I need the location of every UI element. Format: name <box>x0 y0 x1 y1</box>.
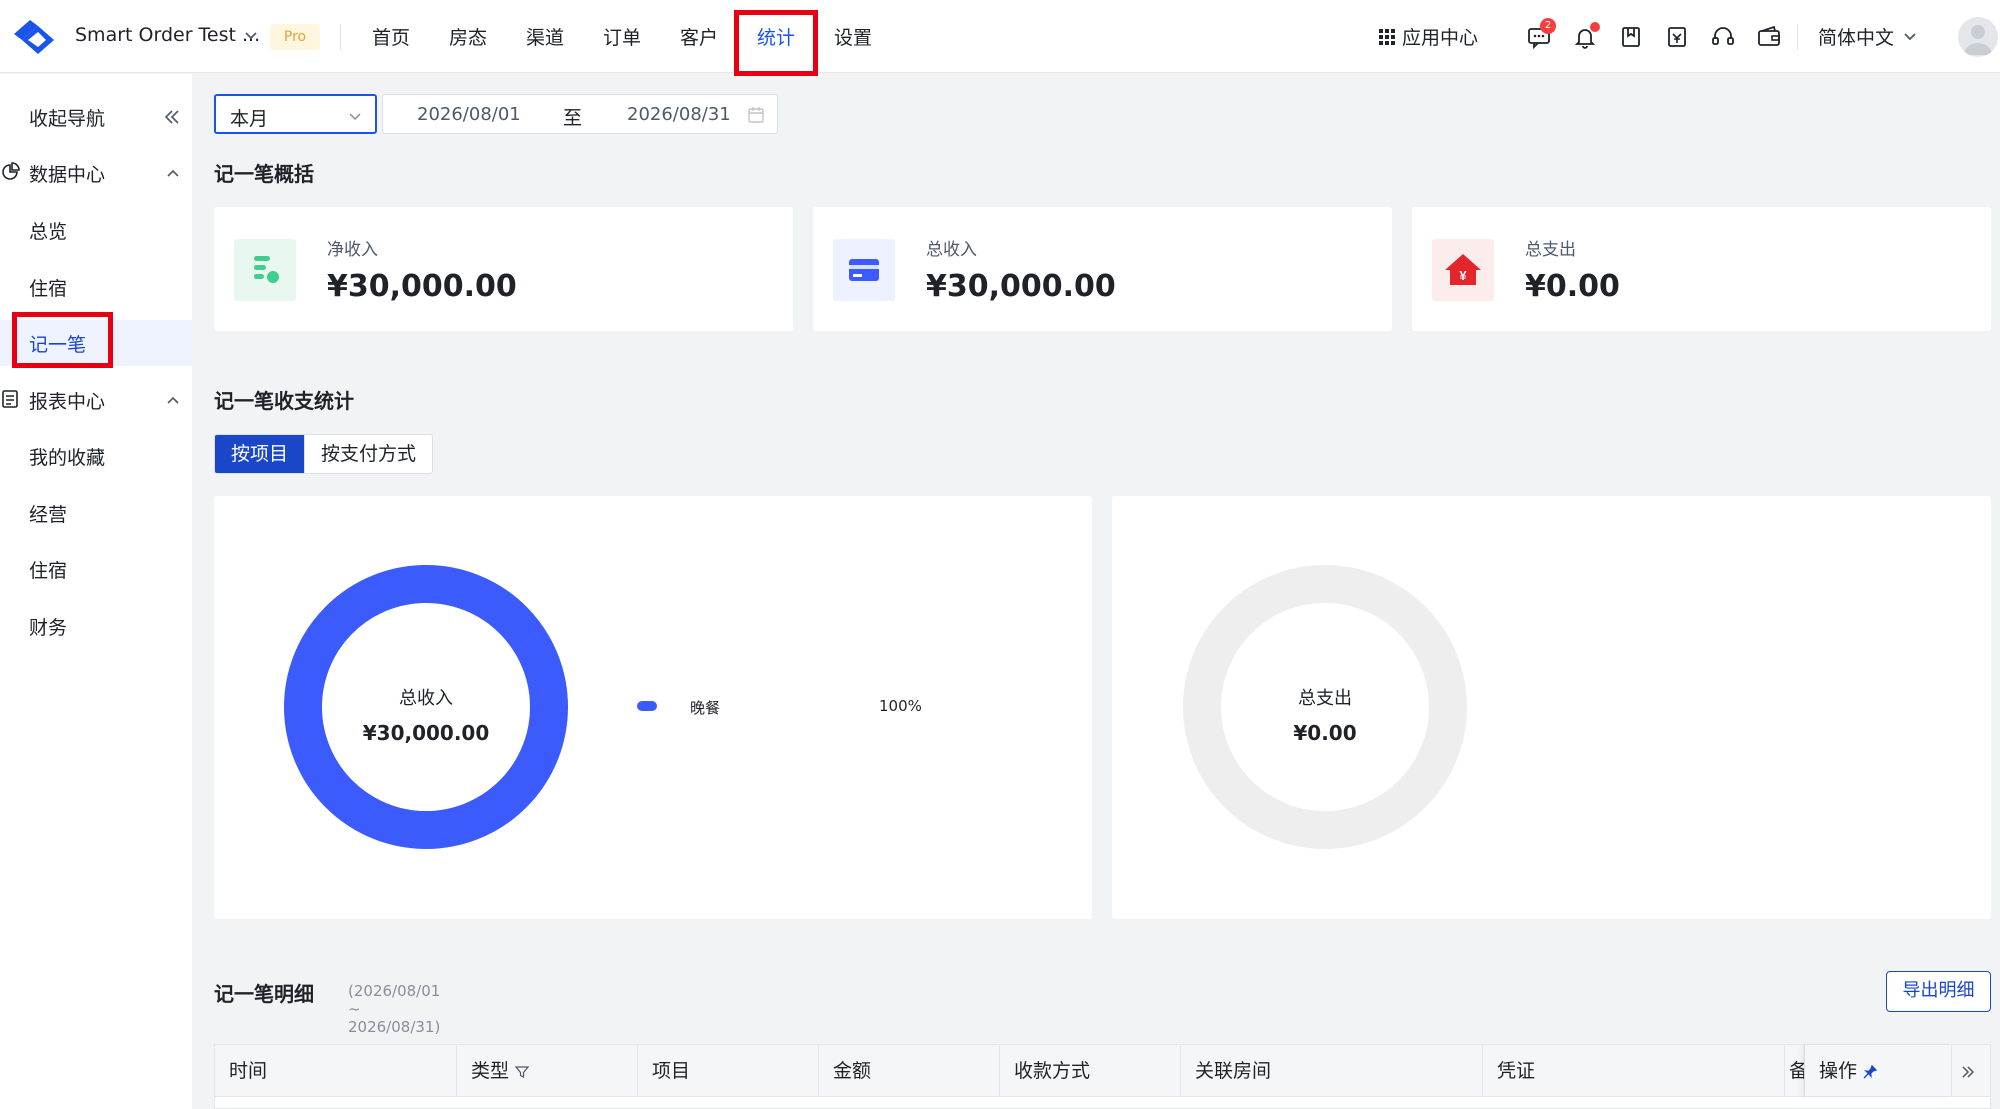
stat-value: ¥30,000.00 <box>327 269 517 304</box>
sidebar-collapse-label[interactable]: 收起导航 <box>29 104 105 131</box>
sidebar-item-favorites[interactable]: 我的收藏 <box>29 443 105 470</box>
range-select[interactable]: 本月 <box>214 94 377 134</box>
brand-logo-icon[interactable] <box>10 14 58 56</box>
legend-pct-dinner: 100% <box>879 697 922 715</box>
stat-card-total-expense: ¥ 总支出 ¥0.00 <box>1412 207 1991 331</box>
stat-label: 净收入 <box>327 240 378 260</box>
col-voucher: 凭证 <box>1483 1045 1785 1097</box>
nav-settings[interactable]: 设置 <box>834 23 872 50</box>
nav-home[interactable]: 首页 <box>372 23 410 50</box>
col-payment-method: 收款方式 <box>1000 1045 1181 1097</box>
chevron-down-icon[interactable] <box>242 27 260 45</box>
expense-center-label: 总支出 <box>1298 688 1352 709</box>
col-remark-truncated: 备 <box>1785 1045 1805 1097</box>
detail-title: 记一笔明细 (2026/08/01 ~ 2026/08/31) <box>214 978 440 1036</box>
date-separator: 至 <box>563 107 583 129</box>
bookmark-icon[interactable] <box>1618 24 1644 50</box>
table-header: 时间 类型 项目 金额 收款方式 关联房间 凭证 备 操作 <box>215 1045 1990 1097</box>
col-actions: 操作 <box>1805 1045 1952 1097</box>
stat-value: ¥0.00 <box>1525 269 1620 304</box>
income-chart-card: 总收入 ¥30,000.00 晚餐 100% <box>214 496 1092 919</box>
end-date[interactable]: 2026/08/31 <box>627 104 731 125</box>
grid-icon <box>1379 28 1395 45</box>
detail-title-text: 记一笔明细 <box>214 982 314 1006</box>
range-select-value: 本月 <box>230 108 269 130</box>
double-chevron-right-icon[interactable] <box>1960 1064 1976 1080</box>
app-center-button[interactable]: 应用中心 <box>1378 23 1478 50</box>
legend-swatch-dinner <box>637 701 657 711</box>
sidebar-item-operations[interactable]: 经营 <box>29 500 67 527</box>
plan-badge: Pro <box>270 24 320 50</box>
svg-text:¥: ¥ <box>1459 268 1467 283</box>
stats-tab-group: 按项目 按支付方式 <box>214 434 434 474</box>
invoice-icon[interactable] <box>1664 24 1690 50</box>
overview-title: 记一笔概括 <box>214 162 314 186</box>
stat-label: 总收入 <box>926 240 977 260</box>
pin-icon[interactable] <box>1863 1064 1878 1079</box>
sidebar-item-finance[interactable]: 财务 <box>29 613 67 640</box>
top-navbar: Smart Order Test ... Pro 首页 房态 渠道 订单 客户 … <box>0 0 2000 76</box>
double-chevron-left-icon[interactable] <box>163 108 181 126</box>
data-center-icon <box>2 162 20 180</box>
expense-house-icon: ¥ <box>1432 239 1494 301</box>
org-name[interactable]: Smart Order Test ... <box>75 24 260 46</box>
start-date[interactable]: 2026/08/01 <box>417 104 521 125</box>
detail-date-range: (2026/08/01 ~ 2026/08/31) <box>348 982 441 1036</box>
nav-statistics-highlight-box <box>734 10 818 76</box>
user-avatar-icon <box>1964 25 1992 55</box>
export-detail-button[interactable]: 导出明细 <box>1886 971 1991 1012</box>
col-amount: 金额 <box>819 1045 1000 1097</box>
chevron-up-icon[interactable] <box>165 392 181 408</box>
tab-by-payment-method[interactable]: 按支付方式 <box>304 435 432 473</box>
stat-label: 总支出 <box>1525 240 1576 260</box>
report-icon <box>2 390 18 408</box>
sidebar-ledger-highlight-box <box>12 312 113 368</box>
nav-orders[interactable]: 订单 <box>603 23 641 50</box>
detail-table: 时间 类型 项目 金额 收款方式 关联房间 凭证 备 操作 <box>214 1044 1991 1109</box>
chevron-down-icon[interactable] <box>1901 28 1919 46</box>
stat-value: ¥30,000.00 <box>926 269 1116 304</box>
nav-room-status[interactable]: 房态 <box>449 23 487 50</box>
calendar-icon[interactable] <box>747 106 765 124</box>
nav-customers[interactable]: 客户 <box>680 23 718 50</box>
sidebar-item-overview[interactable]: 总览 <box>29 217 67 244</box>
message-count-badge: 2 <box>1540 18 1556 34</box>
headset-icon[interactable] <box>1710 24 1736 50</box>
sidebar: 收起导航 数据中心 总览 住宿 记一笔 报表中心 我的收藏 经营 住宿 财务 <box>0 74 192 1109</box>
stats-title: 记一笔收支统计 <box>214 389 354 413</box>
col-project: 项目 <box>638 1045 819 1097</box>
sidebar-item-lodging[interactable]: 住宿 <box>29 274 67 301</box>
income-center-value: ¥30,000.00 <box>362 721 490 745</box>
filter-icon[interactable] <box>515 1065 530 1079</box>
nav-channels[interactable]: 渠道 <box>526 23 564 50</box>
avatar[interactable] <box>1958 17 1998 57</box>
col-time: 时间 <box>215 1045 457 1097</box>
col-related-room: 关联房间 <box>1181 1045 1483 1097</box>
nav-divider <box>340 24 341 50</box>
notification-dot <box>1590 22 1600 32</box>
chevron-up-icon[interactable] <box>165 165 181 181</box>
expand-columns-button[interactable] <box>1952 1045 1992 1097</box>
language-divider <box>1797 24 1798 50</box>
net-income-icon <box>234 239 296 301</box>
expense-chart-card: 总支出 ¥0.00 <box>1112 496 1991 919</box>
tab-by-project[interactable]: 按项目 <box>215 435 305 473</box>
stat-card-net-income: 净收入 ¥30,000.00 <box>214 207 793 331</box>
stat-card-total-income: 总收入 ¥30,000.00 <box>813 207 1392 331</box>
expense-center-value: ¥0.00 <box>1293 721 1357 745</box>
language-selector[interactable]: 简体中文 <box>1818 23 1894 50</box>
legend-label-dinner: 晚餐 <box>690 699 721 717</box>
chevron-down-icon <box>349 113 361 121</box>
app-center-label: 应用中心 <box>1402 27 1479 49</box>
sidebar-item-report-center[interactable]: 报表中心 <box>29 387 105 414</box>
credit-card-icon <box>833 239 895 301</box>
main-content: 本月 2026/08/01 至 2026/08/31 记一笔概括 净收入 ¥30… <box>192 74 2000 1109</box>
income-center-label: 总收入 <box>399 688 453 709</box>
date-range-picker[interactable]: 2026/08/01 至 2026/08/31 <box>382 94 778 134</box>
col-type[interactable]: 类型 <box>457 1045 638 1097</box>
sidebar-item-data-center[interactable]: 数据中心 <box>29 160 105 187</box>
sidebar-item-lodging-report[interactable]: 住宿 <box>29 556 67 583</box>
wallet-icon[interactable] <box>1756 24 1782 50</box>
